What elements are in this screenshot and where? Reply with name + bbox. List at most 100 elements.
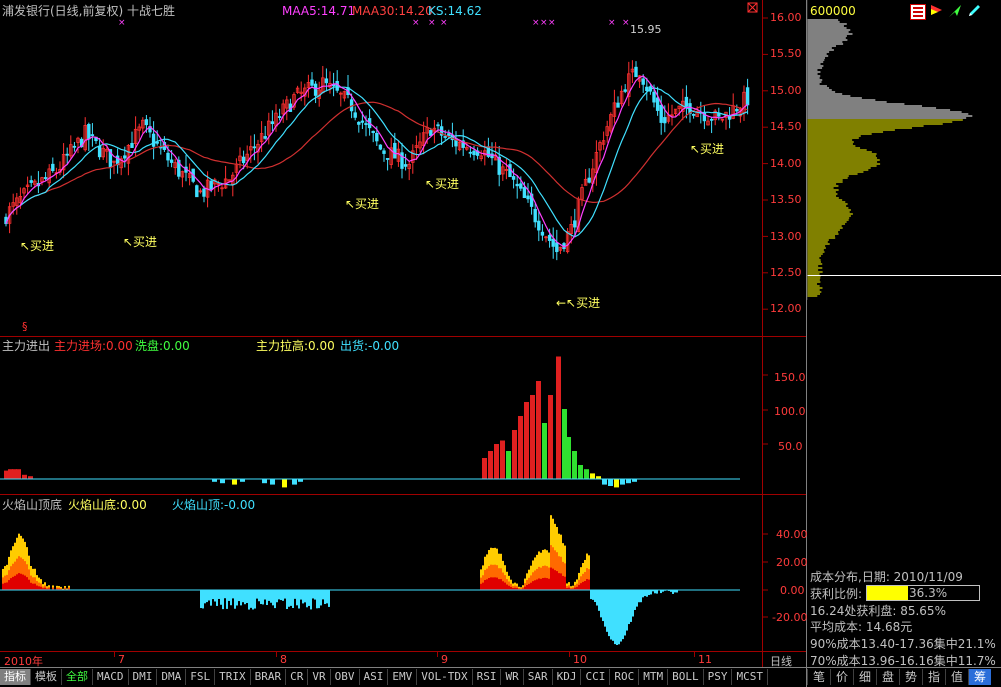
tab-obv[interactable]: OBV xyxy=(331,669,360,685)
flame-top-bar xyxy=(224,590,226,599)
flame-top-bar xyxy=(316,590,318,609)
flame-top-bar xyxy=(292,590,294,609)
main-force-bar xyxy=(518,416,523,479)
tab-trend[interactable]: 势 xyxy=(899,669,922,685)
tab-cr[interactable]: CR xyxy=(286,669,309,685)
flame-top-bar xyxy=(310,590,312,610)
signal-mark: × xyxy=(440,18,448,28)
candle-body xyxy=(655,97,660,111)
flame-top-bar xyxy=(644,590,646,597)
flame-bar xyxy=(30,582,32,590)
candle-body xyxy=(616,102,620,108)
tab-value[interactable]: 值 xyxy=(945,669,968,685)
tab-boll[interactable]: BOLL xyxy=(668,669,704,685)
tab-all[interactable]: 全部 xyxy=(62,669,93,685)
flame-top-bar xyxy=(214,590,216,602)
flame-top-bar xyxy=(264,590,266,600)
candlestick-chart[interactable]: × × × × × × × × × xyxy=(0,0,806,336)
tab-emv[interactable]: EMV xyxy=(388,669,418,685)
flame-top-bar xyxy=(640,590,642,603)
tab-fsl[interactable]: FSL xyxy=(186,669,216,685)
tab-dma[interactable]: DMA xyxy=(157,669,187,685)
main-force-bar xyxy=(590,473,595,479)
tab-mtm[interactable]: MTM xyxy=(639,669,669,685)
flame-top-bar xyxy=(646,590,648,597)
flame-bar xyxy=(14,575,16,590)
flame-top-bar xyxy=(642,590,644,598)
main-force-bar xyxy=(512,430,517,479)
indicator-tab-bar: 指标 模板 全部 MACD DMI DMA FSL TRIX BRAR CR VR OBV ASI EMV… xyxy=(0,669,806,687)
flame-top-bar xyxy=(278,590,280,600)
flame-top-bar xyxy=(320,590,322,606)
flame-top-bar xyxy=(276,590,278,603)
tab-index[interactable]: 指 xyxy=(922,669,945,685)
flame-top-bar xyxy=(246,590,248,604)
main-force-bar xyxy=(506,451,511,479)
signal-mark: × xyxy=(412,18,420,28)
flame-top-bar xyxy=(598,590,600,611)
tab-detail[interactable]: 细 xyxy=(853,669,876,685)
flame-bar xyxy=(498,579,500,590)
candle-body xyxy=(393,142,397,159)
tab-trix[interactable]: TRIX xyxy=(215,669,251,685)
flame-bar xyxy=(524,586,526,590)
tab-template[interactable]: 模板 xyxy=(31,669,62,685)
tab-dmi[interactable]: DMI xyxy=(129,669,158,685)
main-force-bar xyxy=(542,423,547,479)
price-tick: 13.00 xyxy=(770,230,802,243)
tab-macd[interactable]: MACD xyxy=(93,669,129,685)
price-tick: 12.50 xyxy=(770,266,802,279)
candle-body xyxy=(241,156,246,164)
flame-top-bar xyxy=(250,590,252,608)
flame-bar xyxy=(502,581,504,590)
tab-price[interactable]: 价 xyxy=(830,669,853,685)
flame-top-bar xyxy=(240,590,242,606)
flame-bar xyxy=(558,573,560,590)
tab-rsi[interactable]: RSI xyxy=(473,669,502,685)
tab-brar[interactable]: BRAR xyxy=(251,669,287,685)
flame-top-bar xyxy=(220,590,222,605)
flame-bar xyxy=(548,578,550,590)
tab-order-book[interactable]: 盘 xyxy=(876,669,899,685)
cost-90-line: 90%成本13.40-17.36集中21.1% xyxy=(810,637,996,651)
flame-top-bar xyxy=(242,590,244,603)
candle-body xyxy=(357,121,361,125)
candle-body xyxy=(313,83,318,96)
flame-top-bar xyxy=(222,590,224,610)
candle-body xyxy=(443,136,447,138)
main-force-bar xyxy=(614,479,619,488)
flame-bar xyxy=(578,584,580,590)
tab-vol-tdx[interactable]: VOL-TDX xyxy=(417,669,473,685)
candle-body xyxy=(555,242,559,253)
flame-bar xyxy=(584,580,586,590)
tab-cci[interactable]: CCI xyxy=(581,669,611,685)
flame-bar xyxy=(554,570,556,590)
flame-bar xyxy=(526,585,528,590)
tab-sar[interactable]: SAR xyxy=(524,669,553,685)
candle-body xyxy=(364,123,368,125)
tab-vr[interactable]: VR xyxy=(308,669,331,685)
tab-psy[interactable]: PSY xyxy=(704,669,733,685)
candle-body xyxy=(663,117,667,124)
buy-signal-label: ↖买进 xyxy=(425,177,460,191)
tab-asi[interactable]: ASI xyxy=(360,669,389,685)
tab-roc[interactable]: ROC xyxy=(610,669,640,685)
flame-top-bar xyxy=(268,590,270,601)
tab-kdj[interactable]: KDJ xyxy=(553,669,582,685)
candle-body xyxy=(551,238,555,247)
cost-70-line: 70%成本13.96-16.16集中11.7% xyxy=(810,654,996,668)
main-force-bar xyxy=(270,479,275,485)
tab-mcst[interactable]: MCST xyxy=(732,669,768,685)
tab-chips[interactable]: 筹 xyxy=(968,669,991,685)
candle-body xyxy=(97,145,102,158)
main-force-bar xyxy=(292,479,297,485)
tab-wr[interactable]: WR xyxy=(501,669,524,685)
main-force-bar xyxy=(572,451,577,479)
flame-top-bar xyxy=(326,590,328,604)
flame-bar xyxy=(490,577,492,590)
tab-tick[interactable]: 笔 xyxy=(807,669,830,685)
tab-indicator[interactable]: 指标 xyxy=(0,669,31,685)
main-force-bar xyxy=(584,469,589,479)
main-force-bar xyxy=(524,402,529,479)
main-force-bar xyxy=(482,458,487,479)
